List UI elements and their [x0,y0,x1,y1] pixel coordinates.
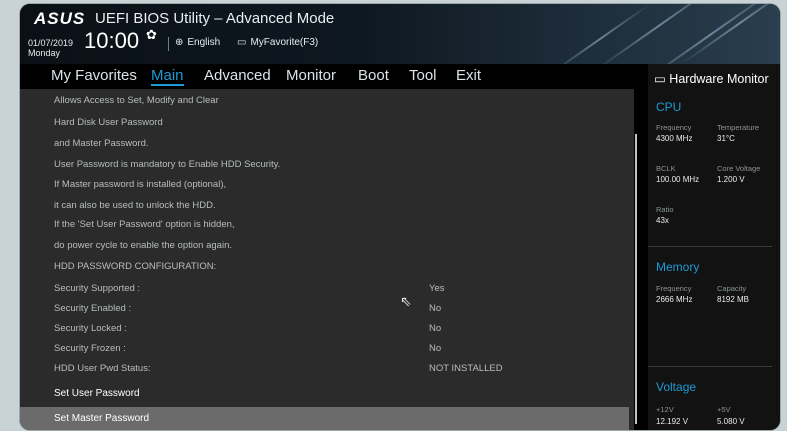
hw-divider [648,246,772,247]
core-voltage-label: Core Voltage [717,164,761,173]
cpu-heading: CPU [656,100,682,114]
hardware-monitor-panel: ▭ Hardware Monitor CPU Frequency Tempera… [648,64,780,430]
help-line: If the 'Set User Password' option is hid… [54,219,235,230]
bios-window: ASUS UEFI BIOS Utility – Advanced Mode 0… [20,4,780,430]
memory-capacity-label: Capacity [717,284,747,293]
clock-display[interactable]: 10:00 [84,28,139,54]
my-favorite-button[interactable]: ▭ MyFavorite(F3) [237,37,318,48]
v12-label: +12V [656,405,674,414]
bios-header: ASUS UEFI BIOS Utility – Advanced Mode 0… [20,4,780,64]
hdd-user-pwd-status-label: HDD User Pwd Status: [54,363,151,374]
memory-frequency-value: 2666 MHz [656,295,693,304]
ratio-value: 43x [656,216,669,225]
asus-logo: ASUS [34,9,86,28]
help-line: it can also be used to unlock the HDD. [54,200,216,211]
globe-icon: ⊕ [175,37,184,48]
security-supported-value: Yes [429,283,445,294]
help-line: Allows Access to Set, Modify and Clear [54,95,219,106]
date-text: 01/07/2019 [28,38,74,48]
security-frozen-value: No [429,343,442,354]
hardware-monitor-label: Hardware Monitor [669,72,769,86]
memory-heading: Memory [656,260,700,274]
tab-exit[interactable]: Exit [456,67,481,84]
date-display[interactable]: 01/07/2019 Monday [28,38,73,58]
tab-tool[interactable]: Tool [409,67,437,84]
cpu-frequency-value: 4300 MHz [656,134,693,143]
app-title: UEFI BIOS Utility – Advanced Mode [95,10,335,27]
set-master-password-item[interactable]: Set Master Password [54,413,149,424]
gear-icon[interactable]: ✿ [146,28,157,43]
section-heading: HDD PASSWORD CONFIGURATION: [54,261,217,272]
weekday-text: Monday [28,48,61,58]
core-voltage-value: 1.200 V [717,175,745,184]
v12-value: 12.192 V [656,417,689,426]
memory-frequency-label: Frequency [656,284,692,293]
main-scrollbar[interactable] [635,134,637,424]
security-enabled-label: Security Enabled : [54,303,132,314]
tab-main[interactable]: Main [151,67,184,86]
help-line: User Password is mandatory to Enable HDD… [54,159,281,170]
favorite-icon: ▭ [237,37,247,48]
language-label: English [187,37,221,48]
my-favorite-label: MyFavorite(F3) [250,37,319,48]
cpu-temperature-value: 31°C [717,134,735,143]
voltage-heading: Voltage [656,380,697,394]
bclk-value: 100.00 MHz [656,175,700,184]
tab-advanced[interactable]: Advanced [204,67,271,84]
language-button[interactable]: ⊕ English [175,37,220,48]
tab-my-favorites[interactable]: My Favorites [51,67,137,84]
help-line: Hard Disk User Password [54,117,163,128]
security-supported-label: Security Supported : [54,283,141,294]
bclk-label: BCLK [656,164,676,173]
v5-value: 5.080 V [717,417,745,426]
security-frozen-label: Security Frozen : [54,343,126,354]
main-panel: Allows Access to Set, Modify and Clear H… [20,89,634,430]
cpu-frequency-label: Frequency [656,123,692,132]
set-user-password-item[interactable]: Set User Password [54,388,140,399]
security-locked-label: Security Locked : [54,323,127,334]
mouse-pointer-icon: ⇖ [400,294,412,310]
hdd-user-pwd-status-value: NOT INSTALLED [429,363,503,374]
tab-boot[interactable]: Boot [358,67,389,84]
security-enabled-value: No [429,303,442,314]
header-divider [168,37,169,51]
help-line: If Master password is installed (optiona… [54,179,227,190]
v5-label: +5V [717,405,731,414]
monitor-icon: ▭ [654,72,666,86]
security-locked-value: No [429,323,442,334]
tab-monitor[interactable]: Monitor [286,67,336,84]
menu-tabs: My Favorites Main Advanced Monitor Boot … [20,64,634,89]
ratio-label: Ratio [656,205,674,214]
cpu-temperature-label: Temperature [717,123,760,132]
memory-capacity-value: 8192 MB [717,295,750,304]
hw-divider [648,366,772,367]
help-line: do power cycle to enable the option agai… [54,240,232,251]
hardware-monitor-title: ▭ Hardware Monitor [654,71,769,86]
help-line: and Master Password. [54,138,149,149]
